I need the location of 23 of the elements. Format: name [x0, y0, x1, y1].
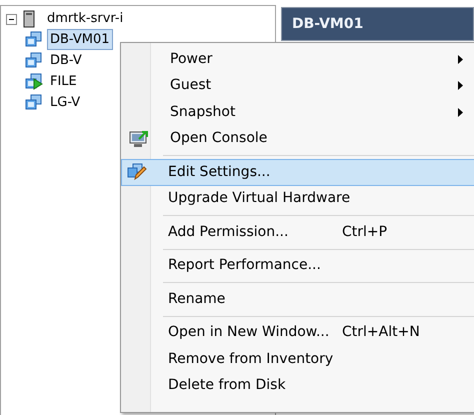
- server-icon: [23, 10, 35, 28]
- menu-item[interactable]: Upgrade Virtual Hardware: [121, 186, 474, 212]
- menu-item[interactable]: Snapshot: [123, 99, 474, 126]
- edit-icon: [127, 163, 147, 182]
- menu-item[interactable]: Report Performance...: [121, 252, 474, 279]
- menu-item[interactable]: Add Permission... Ctrl+P: [121, 219, 474, 246]
- menu-item[interactable]: Power: [123, 46, 474, 72]
- panel-header: DB-VM01: [281, 7, 474, 41]
- menu-item[interactable]: Delete from Disk: [121, 372, 474, 399]
- collapse-toggle-icon[interactable]: [6, 14, 17, 24]
- tree-item[interactable]: DB-VM01: [47, 28, 113, 50]
- tree-item[interactable]: DB-V: [47, 50, 85, 70]
- menu-item[interactable]: Edit Settings...: [121, 159, 474, 186]
- shortcut-label: Ctrl+Alt+N: [342, 323, 420, 342]
- tree-item[interactable]: FILE: [47, 72, 80, 92]
- menu-item[interactable]: Open Console: [123, 126, 474, 152]
- menu-item[interactable]: Guest: [123, 72, 474, 99]
- menu-item[interactable]: Open in New Window... Ctrl+Alt+N: [121, 320, 474, 346]
- tree-item[interactable]: LG-V: [47, 92, 84, 112]
- menu-item[interactable]: Remove from Inventory: [121, 346, 474, 372]
- shortcut-label: Ctrl+P: [342, 222, 388, 242]
- tree-item[interactable]: dmrtk-srvr-i: [47, 9, 124, 29]
- menu-item[interactable]: Rename: [121, 286, 474, 312]
